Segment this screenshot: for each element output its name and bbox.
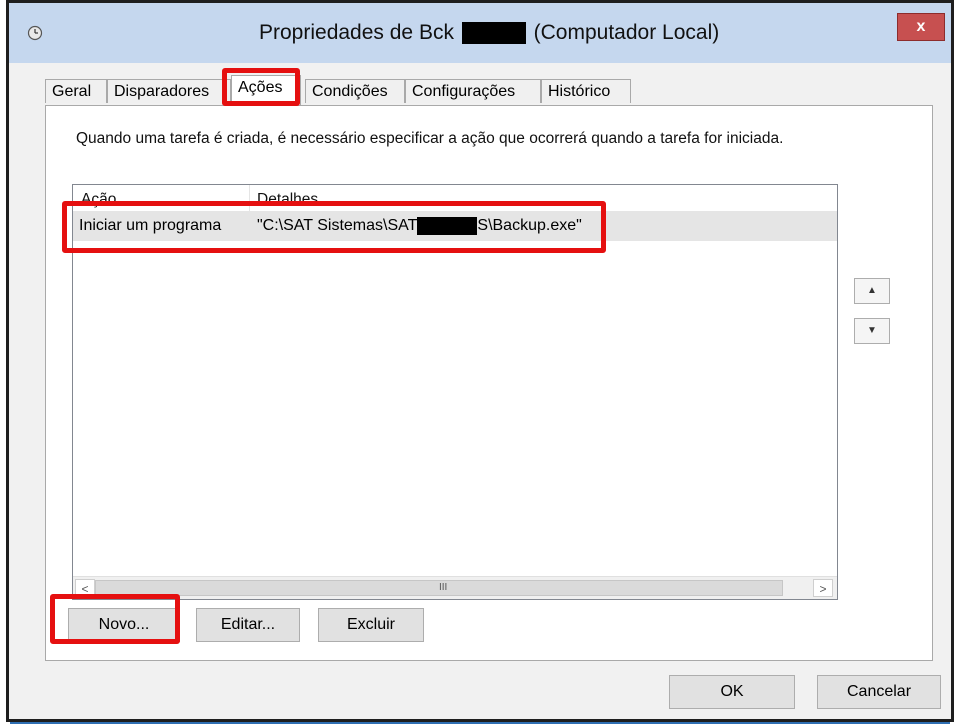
scroll-grip: III — [439, 582, 448, 593]
move-down-button[interactable]: ▼ — [854, 318, 890, 344]
tab-acoes[interactable]: Ações — [231, 75, 301, 105]
actions-list[interactable]: Ação Detalhes Iniciar um programa "C:\SA… — [72, 184, 838, 600]
edit-action-button[interactable]: Editar... — [196, 608, 300, 642]
move-up-button[interactable]: ▲ — [854, 278, 890, 304]
close-button[interactable]: x — [897, 13, 945, 41]
column-header-action[interactable]: Ação — [81, 191, 116, 209]
new-action-button[interactable]: Novo... — [68, 608, 180, 642]
table-row[interactable]: Iniciar um programa "C:\SAT Sistemas\SAT… — [73, 211, 837, 241]
row-action: Iniciar um programa — [79, 217, 222, 234]
delete-action-button[interactable]: Excluir — [318, 608, 424, 642]
tab-configuracoes[interactable]: Configurações — [405, 79, 541, 103]
title-bar[interactable]: Propriedades de Bck (Computador Local) x — [9, 3, 951, 63]
tab-disparadores[interactable]: Disparadores — [107, 79, 231, 103]
ok-button[interactable]: OK — [669, 675, 795, 709]
row-details-prefix: "C:\SAT Sistemas\SAT — [257, 217, 418, 235]
list-header: Ação Detalhes — [73, 185, 837, 212]
row-details: "C:\SAT Sistemas\SAT S\Backup.exe" — [257, 217, 582, 235]
column-separator[interactable] — [249, 185, 250, 211]
window-title: Propriedades de Bck (Computador Local) — [259, 21, 719, 45]
properties-dialog: Propriedades de Bck (Computador Local) x… — [6, 0, 954, 722]
column-header-details[interactable]: Detalhes — [257, 191, 318, 209]
tab-geral[interactable]: Geral — [45, 79, 107, 103]
actions-panel: Quando uma tarefa é criada, é necessário… — [45, 105, 933, 661]
tab-historico[interactable]: Histórico — [541, 79, 631, 103]
scroll-left-button[interactable]: < — [75, 579, 95, 597]
redacted-block — [417, 217, 478, 235]
scroll-thumb[interactable]: III — [95, 580, 783, 596]
row-details-suffix: S\Backup.exe" — [477, 217, 582, 235]
actions-description: Quando uma tarefa é criada, é necessário… — [76, 130, 784, 147]
cancel-button[interactable]: Cancelar — [817, 675, 941, 709]
tab-condicoes[interactable]: Condições — [305, 79, 405, 103]
window-title-prefix: Propriedades de Bck — [259, 21, 454, 44]
horizontal-scrollbar[interactable]: < III > — [73, 576, 837, 599]
redacted-block — [461, 22, 526, 45]
window-title-suffix: (Computador Local) — [533, 21, 720, 44]
scroll-right-button[interactable]: > — [813, 579, 833, 597]
clock-icon — [27, 25, 43, 41]
